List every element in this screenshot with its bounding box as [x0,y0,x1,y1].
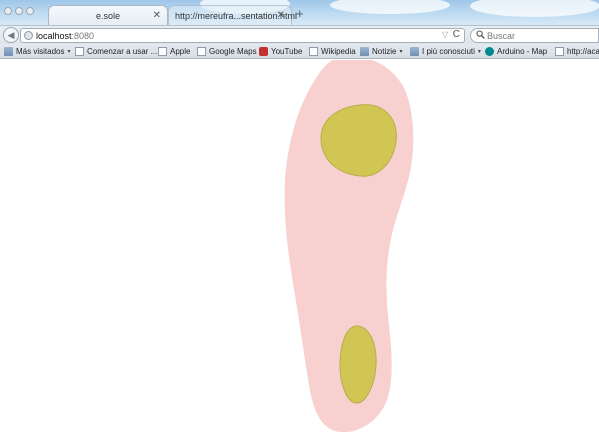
bookmark-i-piu-conosciuti[interactable]: I più conosciuti ▾ [410,46,481,57]
page-content [0,60,599,435]
bookmark-mas-visitados[interactable]: Más visitados ▾ [4,46,70,57]
bookmark-label: http://acad [567,47,599,56]
bookmark-label: Apple [170,47,191,56]
page-icon [309,47,318,56]
bookmark-label: Notizie [372,47,397,56]
page-icon [75,47,84,56]
tab-label: e.sole [95,10,121,21]
sole-visualization [284,60,414,433]
bookmark-label: Google Maps [209,47,257,56]
bookmark-wikipedia[interactable]: Wikipedia [309,46,356,57]
folder-icon [410,47,419,56]
bookmark-comenzar[interactable]: Comenzar a usar ... [75,46,157,57]
new-tab-button[interactable]: + [296,7,304,20]
url-host: localhost [36,31,72,41]
chevron-down-icon: ▾ [399,49,403,55]
sky-cloud [330,0,450,14]
site-identity-icon[interactable] [24,31,33,40]
chevron-down-icon: ▾ [67,49,71,55]
navigation-toolbar: ◀ localhost:8080 ▽ C [0,25,599,44]
back-button[interactable]: ◀ [3,27,19,43]
url-text: localhost:8080 [36,30,94,42]
bookmarks-toolbar: Más visitados ▾ Comenzar a usar ... Appl… [0,44,599,59]
tab-strip: e.sole ✕ http://mereufra...sentation.htm… [0,0,599,25]
bookmark-apple[interactable]: Apple [158,46,190,57]
search-bar[interactable] [470,28,599,43]
close-tab-icon[interactable]: ✕ [153,10,161,21]
bookmark-google-maps[interactable]: Google Maps [197,46,257,57]
youtube-icon [259,47,268,56]
bookmark-label: Arduino - Map [497,47,548,56]
page-icon [555,47,564,56]
address-bar[interactable]: localhost:8080 ▽ C [20,28,465,43]
bookmark-label: Comenzar a usar ... [87,47,158,56]
page-icon [197,47,206,56]
chevron-down-icon: ▾ [477,49,481,55]
sky-cloud [470,0,599,17]
bookmark-arduino-map[interactable]: Arduino - Map [485,46,547,57]
bookmark-label: YouTube [271,47,303,56]
zoom-window-button[interactable] [26,7,34,15]
bookmark-acad[interactable]: http://acad [555,46,599,57]
close-window-button[interactable] [4,7,12,15]
folder-icon [360,47,369,56]
bookmark-notizie[interactable]: Notizie ▾ [360,46,402,57]
close-tab-icon[interactable]: ✕ [277,10,285,21]
minimize-window-button[interactable] [15,7,23,15]
browser-window: e.sole ✕ http://mereufra...sentation.htm… [0,0,599,435]
url-port: :8080 [71,31,95,41]
search-input[interactable] [487,30,592,41]
arduino-icon [485,47,494,56]
bookmark-label: I più conosciuti [422,47,475,56]
bookmark-label: Wikipedia [321,47,356,56]
tab-esole[interactable]: e.sole ✕ [48,5,168,25]
search-icon[interactable] [476,30,485,41]
folder-icon [4,47,13,56]
bookmark-youtube[interactable]: YouTube [259,46,302,57]
bookmark-label: Más visitados [16,47,65,56]
reload-icon[interactable]: C [453,29,460,40]
page-icon [158,47,167,56]
tab-presentation[interactable]: http://mereufra...sentation.html ✕ [168,5,297,25]
url-history-dropdown-icon[interactable]: ▽ [442,30,448,39]
